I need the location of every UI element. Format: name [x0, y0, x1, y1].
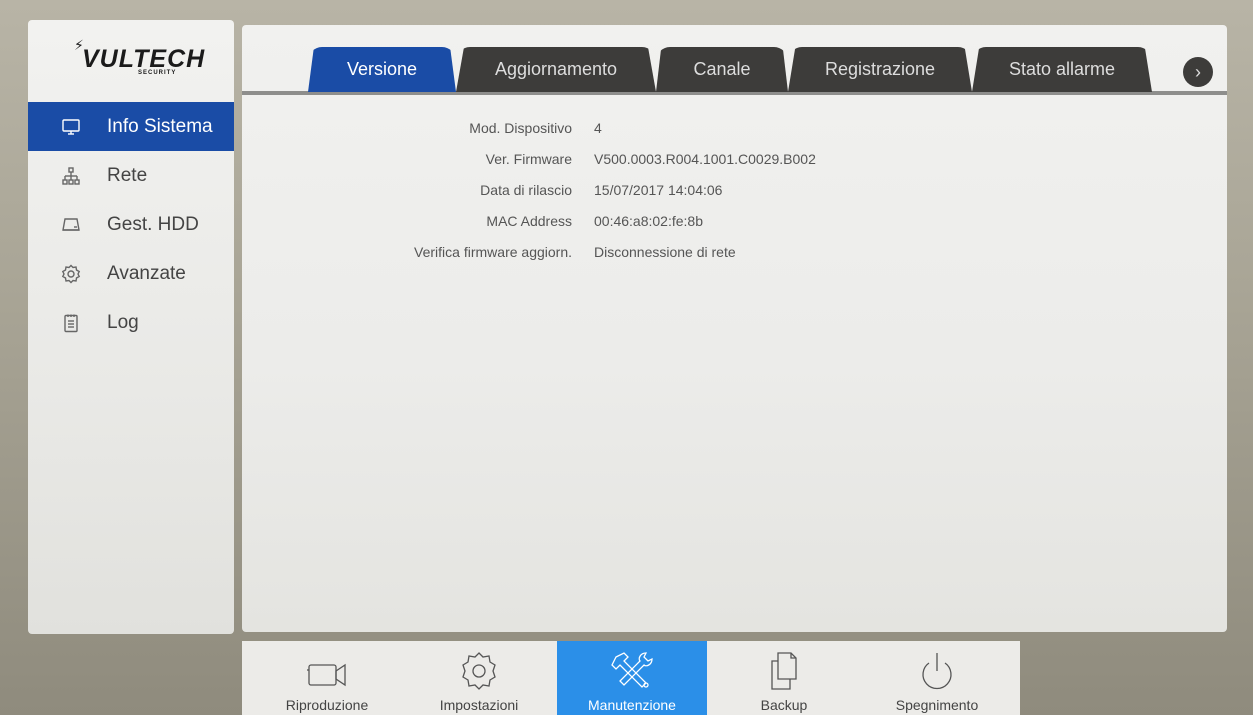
info-row-verifica-firmware: Verifica firmware aggiorn. Disconnession…	[242, 244, 1227, 275]
info-value: 4	[594, 120, 602, 136]
sidebar-item-label: Log	[107, 311, 139, 333]
network-icon	[60, 165, 82, 187]
sidebar-item-log[interactable]: Log	[28, 298, 234, 347]
power-icon	[911, 647, 963, 695]
tab-canale[interactable]: Canale	[656, 47, 788, 92]
backup-button[interactable]: Backup	[709, 641, 859, 715]
sidebar-item-label: Gest. HDD	[107, 213, 199, 235]
sidebar-item-info-sistema[interactable]: Info Sistema	[28, 102, 234, 151]
tab-label: Stato allarme	[1008, 59, 1116, 79]
riproduzione-button[interactable]: Riproduzione	[252, 641, 402, 715]
chevron-right-icon[interactable]: ›	[1183, 57, 1213, 87]
tab-label: Registrazione	[824, 59, 936, 79]
impostazioni-button[interactable]: Impostazioni	[404, 641, 554, 715]
sidebar-item-label: Rete	[107, 164, 148, 186]
tab-versione[interactable]: Versione	[308, 47, 456, 92]
sidebar: ⚡ VULTECH SECURITY Info Sistema Rete Ges…	[28, 20, 234, 634]
info-label: Ver. Firmware	[485, 151, 572, 167]
manutenzione-button[interactable]: Manutenzione	[557, 641, 707, 715]
tab-aggiornamento[interactable]: Aggiornamento	[456, 47, 656, 92]
info-row-mod-dispositivo: Mod. Dispositivo 4	[242, 120, 1227, 151]
settings-gear-icon	[453, 647, 505, 695]
logo-tagline: SECURITY	[138, 70, 177, 76]
info-row-ver-firmware: Ver. Firmware V500.0003.R004.1001.C0029.…	[242, 151, 1227, 182]
info-label: Mod. Dispositivo	[469, 120, 572, 136]
sidebar-menu: Info Sistema Rete Gest. HDD Avanzate Log	[28, 102, 234, 347]
system-info-table: Mod. Dispositivo 4 Ver. Firmware V500.00…	[242, 120, 1227, 275]
sidebar-item-rete[interactable]: Rete	[28, 151, 234, 200]
bottom-toolbar: Riproduzione Impostazioni Manutenzione B…	[242, 641, 1020, 715]
camera-icon	[301, 647, 353, 695]
sidebar-item-avanzate[interactable]: Avanzate	[28, 249, 234, 298]
bottom-label: Backup	[760, 697, 808, 713]
hdd-icon	[60, 214, 82, 236]
bottom-label: Manutenzione	[588, 697, 676, 713]
brand-logo: ⚡ VULTECH SECURITY	[28, 20, 234, 102]
info-label: MAC Address	[486, 213, 572, 229]
monitor-icon	[60, 116, 82, 138]
sidebar-item-gest-hdd[interactable]: Gest. HDD	[28, 200, 234, 249]
log-icon	[60, 312, 82, 334]
info-row-mac-address: MAC Address 00:46:a8:02:fe:8b	[242, 213, 1227, 244]
tab-bar: Versione Aggiornamento Canale Registrazi…	[242, 25, 1227, 95]
gear-icon	[60, 263, 82, 285]
tab-label: Canale	[693, 59, 751, 79]
bottom-label: Riproduzione	[285, 697, 369, 713]
info-row-data-rilascio: Data di rilascio 15/07/2017 14:04:06	[242, 182, 1227, 213]
tools-icon	[606, 647, 658, 695]
main-panel: Versione Aggiornamento Canale Registrazi…	[242, 25, 1227, 632]
bottom-label: Impostazioni	[439, 697, 519, 713]
spegnimento-button[interactable]: Spegnimento	[862, 641, 1012, 715]
info-value: V500.0003.R004.1001.C0029.B002	[594, 151, 816, 167]
tab-registrazione[interactable]: Registrazione	[788, 47, 972, 92]
info-value: Disconnessione di rete	[594, 244, 736, 260]
info-label: Verifica firmware aggiorn.	[414, 244, 572, 260]
tab-label: Versione	[346, 59, 418, 79]
info-value: 00:46:a8:02:fe:8b	[594, 213, 703, 229]
tab-label: Aggiornamento	[494, 59, 618, 79]
info-label: Data di rilascio	[480, 182, 572, 198]
sidebar-item-label: Avanzate	[107, 262, 186, 284]
tab-stato-allarme[interactable]: Stato allarme	[972, 47, 1152, 92]
bottom-label: Spegnimento	[895, 697, 979, 713]
info-value: 15/07/2017 14:04:06	[594, 182, 723, 198]
copy-icon	[758, 647, 810, 695]
sidebar-item-label: Info Sistema	[107, 115, 213, 137]
